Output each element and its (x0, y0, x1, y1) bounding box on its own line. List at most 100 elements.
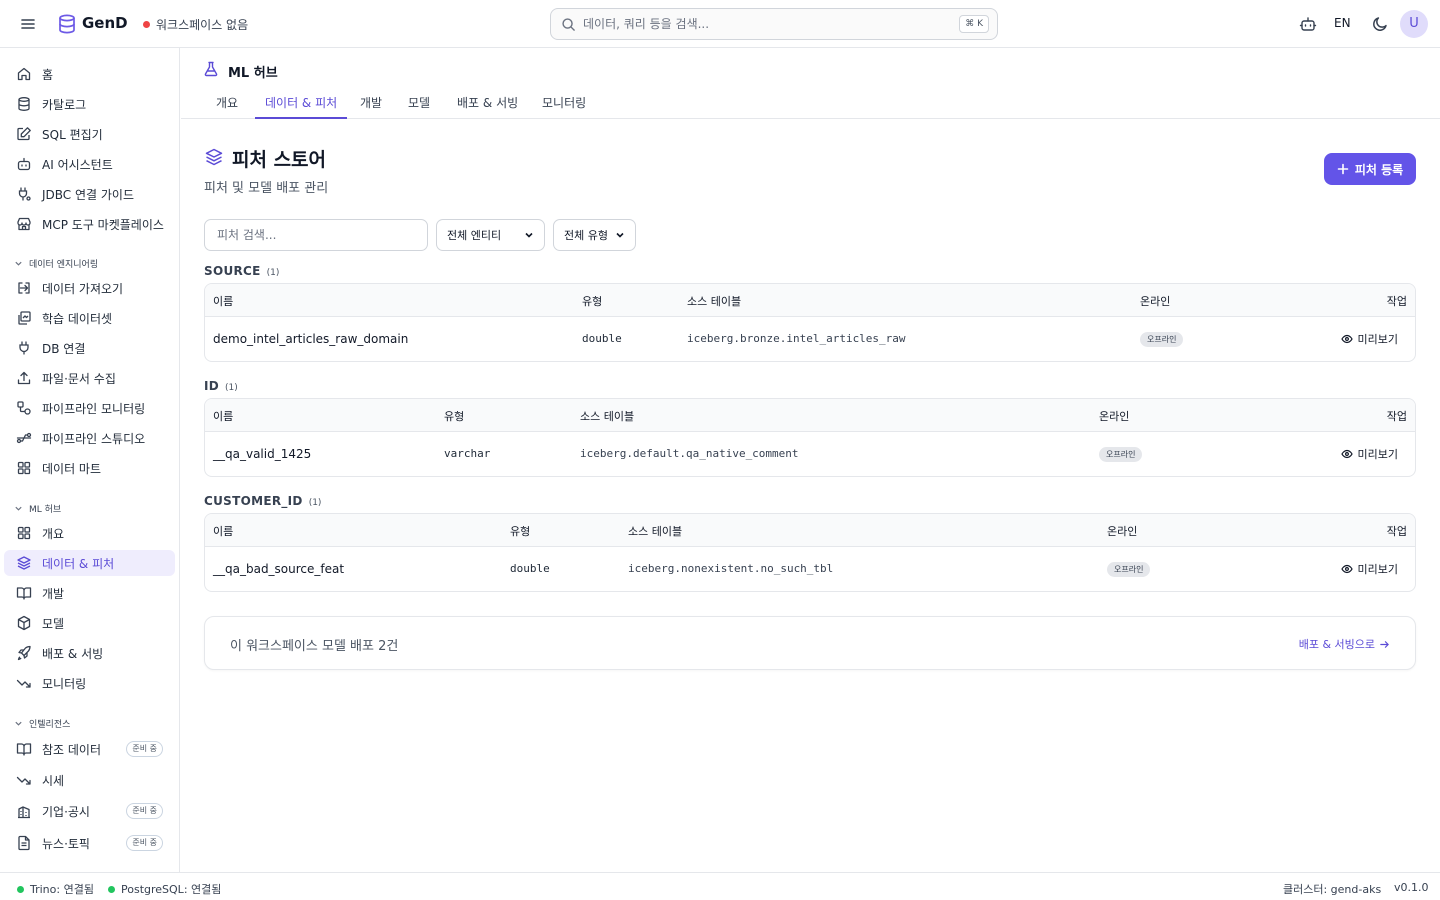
menu-icon[interactable] (18, 14, 38, 34)
group-count: (1) (266, 268, 280, 278)
deployment-summary-card: 이 워크스페이스 모델 배포 2건 배포 & 서빙으로 (204, 616, 1416, 670)
sidebar-item-data-import[interactable]: 데이터 가져오기 (4, 275, 175, 301)
tab-model[interactable]: 모델 (398, 88, 440, 119)
section-ml-hub[interactable]: ML 허브 (14, 502, 61, 515)
column-header-online: 온라인 (1140, 295, 1171, 308)
column-header-type: 유형 (510, 525, 531, 538)
column-header-source: 소스 테이블 (687, 295, 742, 308)
database-icon (16, 96, 32, 112)
sidebar-item-reference-data[interactable]: 참조 데이터 준비 중 (4, 736, 175, 762)
sidebar-item-monitoring[interactable]: 모니터링 (4, 670, 175, 696)
sidebar-item-news-topics[interactable]: 뉴스·토픽 준비 중 (4, 830, 175, 856)
sidebar-item-data-features[interactable]: 데이터 & 피처 (4, 550, 175, 576)
sidebar-item-model[interactable]: 모델 (4, 610, 175, 636)
eye-icon (1340, 448, 1353, 460)
add-feature-button[interactable]: 피처 등록 (1324, 153, 1416, 185)
group-count: (1) (308, 498, 322, 508)
column-header-name: 이름 (213, 525, 234, 538)
sidebar-item-file-collection[interactable]: 파일·문서 수집 (4, 365, 175, 391)
tab-data-features[interactable]: 데이터 & 피처 (255, 88, 348, 119)
feature-type: double (582, 332, 622, 345)
sidebar-item-label: 데이터 가져오기 (42, 281, 124, 296)
sidebar-item-label: 배포 & 서빙 (42, 646, 104, 661)
sidebar-item-label: 기업·공시 (42, 804, 90, 819)
sidebar-item-data-mart[interactable]: 데이터 마트 (4, 455, 175, 481)
edit-icon (16, 126, 32, 142)
arrow-right-icon (1379, 639, 1390, 650)
tab-monitoring[interactable]: 모니터링 (532, 88, 596, 119)
home-icon (16, 66, 32, 82)
column-header-online: 온라인 (1107, 525, 1138, 538)
app-logo[interactable]: GenD (82, 14, 128, 32)
sidebar-item-deploy-serving[interactable]: 배포 & 서빙 (4, 640, 175, 666)
column-header-type: 유형 (444, 410, 465, 423)
feature-search-input[interactable] (204, 219, 428, 251)
feature-type: varchar (444, 447, 491, 460)
sidebar-item-catalog[interactable]: 카탈로그 (4, 91, 175, 117)
sidebar-item-label: 학습 데이터셋 (42, 311, 113, 326)
tab-overview[interactable]: 개요 (206, 88, 248, 119)
layers-icon (204, 147, 224, 167)
column-header-name: 이름 (213, 410, 234, 423)
sidebar-item-training-dataset[interactable]: 학습 데이터셋 (4, 305, 175, 331)
search-input[interactable] (583, 14, 943, 34)
preview-label: 미리보기 (1357, 448, 1398, 461)
entity-select[interactable]: 전체 엔티티 (436, 219, 545, 251)
sidebar-item-pipeline-studio[interactable]: 파이프라인 스튜디오 (4, 425, 175, 451)
trend-down-icon (16, 772, 32, 788)
section-title: ML 허브 (29, 505, 62, 515)
section-data-engineering[interactable]: 데이터 엔지니어링 (14, 257, 98, 270)
bot-icon (16, 156, 32, 172)
connected-dot (108, 885, 115, 893)
feature-source-table: iceberg.default.qa_native_comment (580, 447, 799, 460)
tab-deploy-serving[interactable]: 배포 & 서빙 (447, 88, 528, 119)
sidebar-item-label: 뉴스·토픽 (42, 836, 90, 851)
sidebar-item-mcp-marketplace[interactable]: MCP 도구 마켓플레이스 (4, 211, 175, 237)
book-icon (16, 585, 32, 601)
sidebar-item-label: 데이터 & 피처 (42, 556, 115, 571)
plug-icon (16, 186, 32, 202)
grid-icon (16, 460, 32, 476)
preview-label: 미리보기 (1357, 333, 1398, 346)
preview-button[interactable]: 미리보기 (1340, 561, 1398, 577)
sidebar-item-pipeline-monitoring[interactable]: 파이프라인 모니터링 (4, 395, 175, 421)
feature-name: demo_intel_articles_raw_domain (213, 332, 409, 346)
language-toggle[interactable]: EN (1334, 16, 1351, 30)
tab-development[interactable]: 개발 (350, 88, 392, 119)
type-select[interactable]: 전체 유형 (553, 219, 636, 251)
feature-table-source: 이름 유형 소스 테이블 온라인 작업 demo_intel_articles_… (204, 283, 1416, 362)
sidebar-item-ml-overview[interactable]: 개요 (4, 520, 175, 546)
deploy-serving-link[interactable]: 배포 & 서빙으로 (1299, 636, 1390, 652)
workspace-selector[interactable]: 워크스페이스 없음 (143, 16, 248, 33)
sidebar-item-quotes[interactable]: 시세 (4, 767, 175, 793)
database-logo-icon[interactable] (56, 13, 78, 35)
sidebar-item-label: 파이프라인 모니터링 (42, 401, 146, 416)
sidebar-item-sql-editor[interactable]: SQL 편집기 (4, 121, 175, 147)
preview-button[interactable]: 미리보기 (1340, 331, 1398, 347)
moon-icon[interactable] (1371, 15, 1389, 33)
file-text-icon (16, 835, 32, 851)
table-header: 이름 유형 소스 테이블 온라인 작업 (205, 399, 1415, 432)
status-dot (143, 21, 150, 28)
sidebar-item-ai-assistant[interactable]: AI 어시스턴트 (4, 151, 175, 177)
postgres-status: PostgreSQL: 연결됨 (108, 881, 221, 897)
sidebar-item-home[interactable]: 홈 (4, 61, 175, 87)
chevron-down-icon (615, 230, 625, 240)
sidebar-item-development[interactable]: 개발 (4, 580, 175, 606)
sidebar-item-db-connection[interactable]: DB 연결 (4, 335, 175, 361)
column-header-action: 작업 (1386, 295, 1407, 308)
page-title: 피처 스토어 (232, 149, 327, 171)
group-title: CUSTOMER_ID (204, 494, 303, 508)
preview-label: 미리보기 (1357, 563, 1398, 576)
sidebar-item-corporate-disclosure[interactable]: 기업·공시 준비 중 (4, 798, 175, 824)
preview-button[interactable]: 미리보기 (1340, 446, 1398, 462)
global-search[interactable]: ⌘ K (550, 8, 998, 40)
avatar[interactable]: U (1400, 10, 1428, 38)
bot-icon[interactable] (1299, 15, 1317, 33)
feature-name: __qa_bad_source_feat (213, 562, 345, 576)
trend-down-icon (16, 675, 32, 691)
section-intelligence[interactable]: 인텔리전스 (14, 717, 70, 730)
sidebar-item-jdbc-guide[interactable]: JDBC 연결 가이드 (4, 181, 175, 207)
column-header-action: 작업 (1386, 525, 1407, 538)
group-label-customer-id: CUSTOMER_ID (1) (204, 494, 321, 508)
